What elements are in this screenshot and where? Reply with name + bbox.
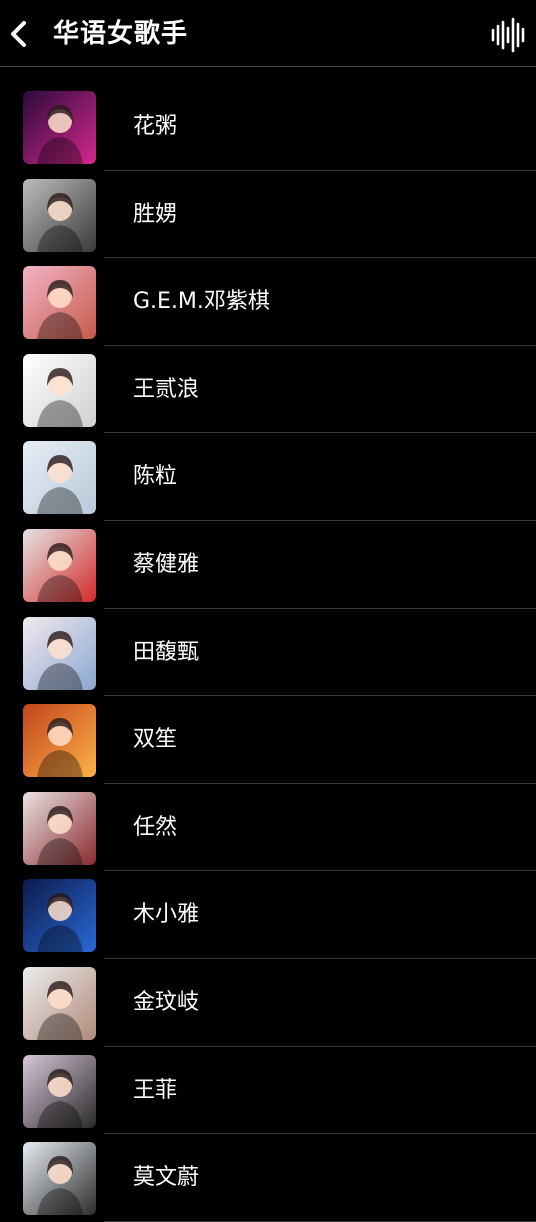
artist-avatar [23,1054,96,1128]
artist-name: 胜娚 [133,201,178,227]
artist-name: 金玟岐 [133,989,200,1015]
sound-wave-icon [491,17,525,53]
artist-avatar [23,91,96,164]
artist-name: 莫文蔚 [133,1165,200,1191]
artist-avatar [23,966,96,1040]
artist-row[interactable]: 任然 [0,784,536,872]
now-playing-button[interactable] [490,16,528,54]
artist-row[interactable]: 胜娚 [0,171,536,259]
artist-avatar [23,178,96,252]
artist-name: 蔡健雅 [133,551,200,577]
chevron-left-icon [11,21,26,47]
artist-avatar [23,441,96,515]
back-button[interactable] [2,16,34,52]
artist-avatar [23,266,96,340]
artist-row[interactable]: 双笙 [0,696,536,784]
artist-avatar [23,353,96,427]
artist-row[interactable]: 莫文蔚 [0,1134,536,1222]
artist-name: 陈粒 [133,464,178,490]
artist-avatar [23,879,96,953]
artist-name: 王贰浪 [133,376,200,402]
artist-name: 任然 [133,814,178,840]
artist-avatar [23,1142,96,1216]
top-bar: 华语女歌手 [0,0,536,67]
artist-name: 双笙 [133,727,178,753]
artist-row[interactable]: 木小雅 [0,871,536,959]
artist-row[interactable]: 金玟岐 [0,959,536,1047]
artist-avatar [23,704,96,778]
artist-name: 王菲 [133,1077,178,1103]
artist-avatar [23,791,96,865]
artist-row[interactable]: 蔡健雅 [0,521,536,609]
artist-name: G.E.M.邓紫棋 [133,289,270,315]
artist-row[interactable]: 田馥甄 [0,609,536,697]
artist-avatar [23,528,96,602]
artist-row[interactable]: G.E.M.邓紫棋 [0,258,536,346]
artist-row[interactable]: 王菲 [0,1047,536,1135]
artist-avatar [23,616,96,690]
artist-row[interactable]: 王贰浪 [0,346,536,434]
artist-name: 田馥甄 [133,639,200,665]
artist-row[interactable]: 陈粒 [0,433,536,521]
artist-row[interactable]: 花粥 [0,83,536,171]
artist-name: 花粥 [133,114,178,139]
page-title: 华语女歌手 [53,19,189,49]
artist-name: 木小雅 [133,902,200,928]
artist-list: 花粥胜娚 G.E.M.邓紫棋 王贰浪陈粒蔡健雅田馥甄双笙任然木小雅金玟岐王菲莫文蔚 [0,83,536,1222]
